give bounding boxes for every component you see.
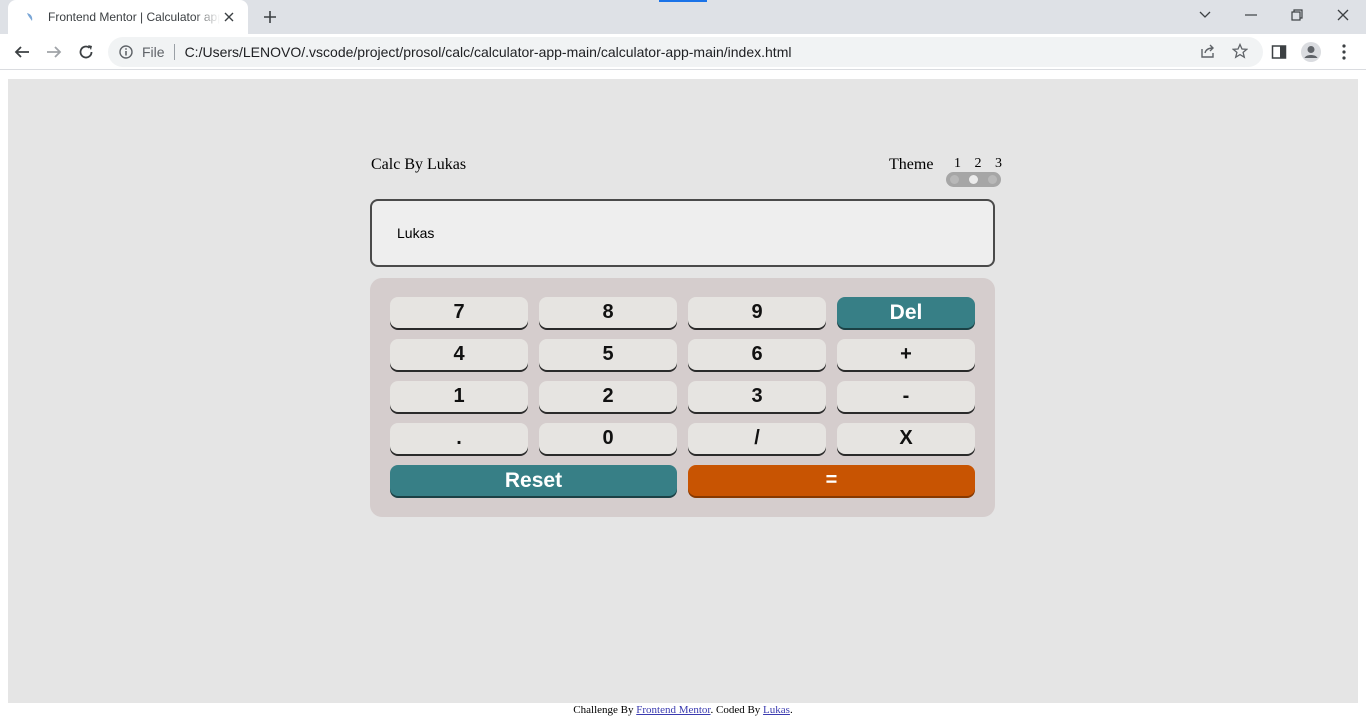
key-multiply[interactable]: X [837, 423, 975, 454]
address-scheme: File [142, 44, 165, 60]
reload-icon[interactable] [73, 39, 99, 65]
attribution-footer: Challenge By Frontend Mentor. Coded By L… [0, 703, 1366, 717]
key-decimal[interactable]: . [390, 423, 528, 454]
info-icon[interactable] [118, 44, 134, 60]
key-1[interactable]: 1 [390, 381, 528, 412]
address-separator [173, 44, 175, 60]
theme-option-2[interactable] [969, 175, 978, 184]
key-minus[interactable]: - [837, 381, 975, 412]
key-divide[interactable]: / [688, 423, 826, 454]
theme-toggle[interactable] [946, 172, 1001, 187]
footer-prefix: Challenge By [573, 704, 637, 716]
theme-number-2: 2 [974, 156, 982, 171]
address-bar[interactable]: File C:/Users/LENOVO/.vscode/project/pro… [108, 37, 1263, 67]
close-icon[interactable] [220, 8, 238, 26]
tab-title: Frontend Mentor | Calculator app [48, 10, 220, 24]
calculator-title: Calc By Lukas [371, 156, 467, 173]
calculator-display: Lukas [370, 199, 995, 267]
key-3[interactable]: 3 [688, 381, 826, 412]
footer-suffix: . [789, 704, 793, 716]
keypad: 7 8 9 Del 4 5 6 + 1 2 3 - . 0 / X Reset … [370, 278, 995, 517]
profile-icon[interactable] [1298, 39, 1324, 65]
key-0[interactable]: 0 [539, 423, 677, 454]
browser-tab[interactable]: Frontend Mentor | Calculator app [8, 0, 248, 34]
theme-number-3: 3 [995, 156, 1002, 171]
close-window-icon[interactable] [1320, 0, 1366, 30]
back-arrow-icon[interactable] [9, 39, 35, 65]
theme-option-3[interactable] [988, 175, 997, 184]
browser-toolbar: File C:/Users/LENOVO/.vscode/project/pro… [0, 34, 1366, 70]
calculator: Calc By Lukas Theme 1 2 3 Lukas 7 8 9 De… [370, 152, 1002, 517]
minimize-icon[interactable] [1228, 0, 1274, 30]
display-value: Lukas [397, 225, 435, 241]
key-plus[interactable]: + [837, 339, 975, 370]
key-7[interactable]: 7 [390, 297, 528, 328]
restore-icon[interactable] [1274, 0, 1320, 30]
key-6[interactable]: 6 [688, 339, 826, 370]
reset-button[interactable]: Reset [390, 465, 677, 496]
key-2[interactable]: 2 [539, 381, 677, 412]
key-8[interactable]: 8 [539, 297, 677, 328]
theme-numbers: 1 2 3 [952, 156, 1006, 172]
key-9[interactable]: 9 [688, 297, 826, 328]
theme-label: Theme [889, 156, 934, 173]
calculator-header: Calc By Lukas Theme 1 2 3 [370, 152, 1002, 196]
share-icon[interactable] [1196, 39, 1220, 63]
browser-tab-strip: Frontend Mentor | Calculator app [0, 0, 1366, 34]
key-4[interactable]: 4 [390, 339, 528, 370]
delete-button[interactable]: Del [837, 297, 975, 328]
page-viewport: Calc By Lukas Theme 1 2 3 Lukas 7 8 9 De… [8, 79, 1358, 703]
footer-middle: . Coded By [710, 704, 764, 716]
key-5[interactable]: 5 [539, 339, 677, 370]
author-link[interactable]: Lukas [763, 704, 790, 716]
theme-number-1: 1 [954, 156, 961, 171]
equals-button[interactable]: = [688, 465, 975, 496]
favicon-icon [22, 9, 38, 25]
chevron-down-icon[interactable] [1182, 0, 1228, 30]
plus-icon[interactable] [258, 6, 282, 28]
side-panel-icon[interactable] [1266, 39, 1292, 65]
theme-option-1[interactable] [950, 175, 959, 184]
forward-arrow-icon[interactable] [41, 39, 67, 65]
frontend-mentor-link[interactable]: Frontend Mentor [636, 704, 710, 716]
menu-icon[interactable] [1331, 39, 1357, 65]
star-icon[interactable] [1228, 39, 1252, 63]
address-url[interactable]: C:/Users/LENOVO/.vscode/project/prosol/c… [185, 44, 792, 60]
tab-strip-accent [659, 0, 707, 2]
